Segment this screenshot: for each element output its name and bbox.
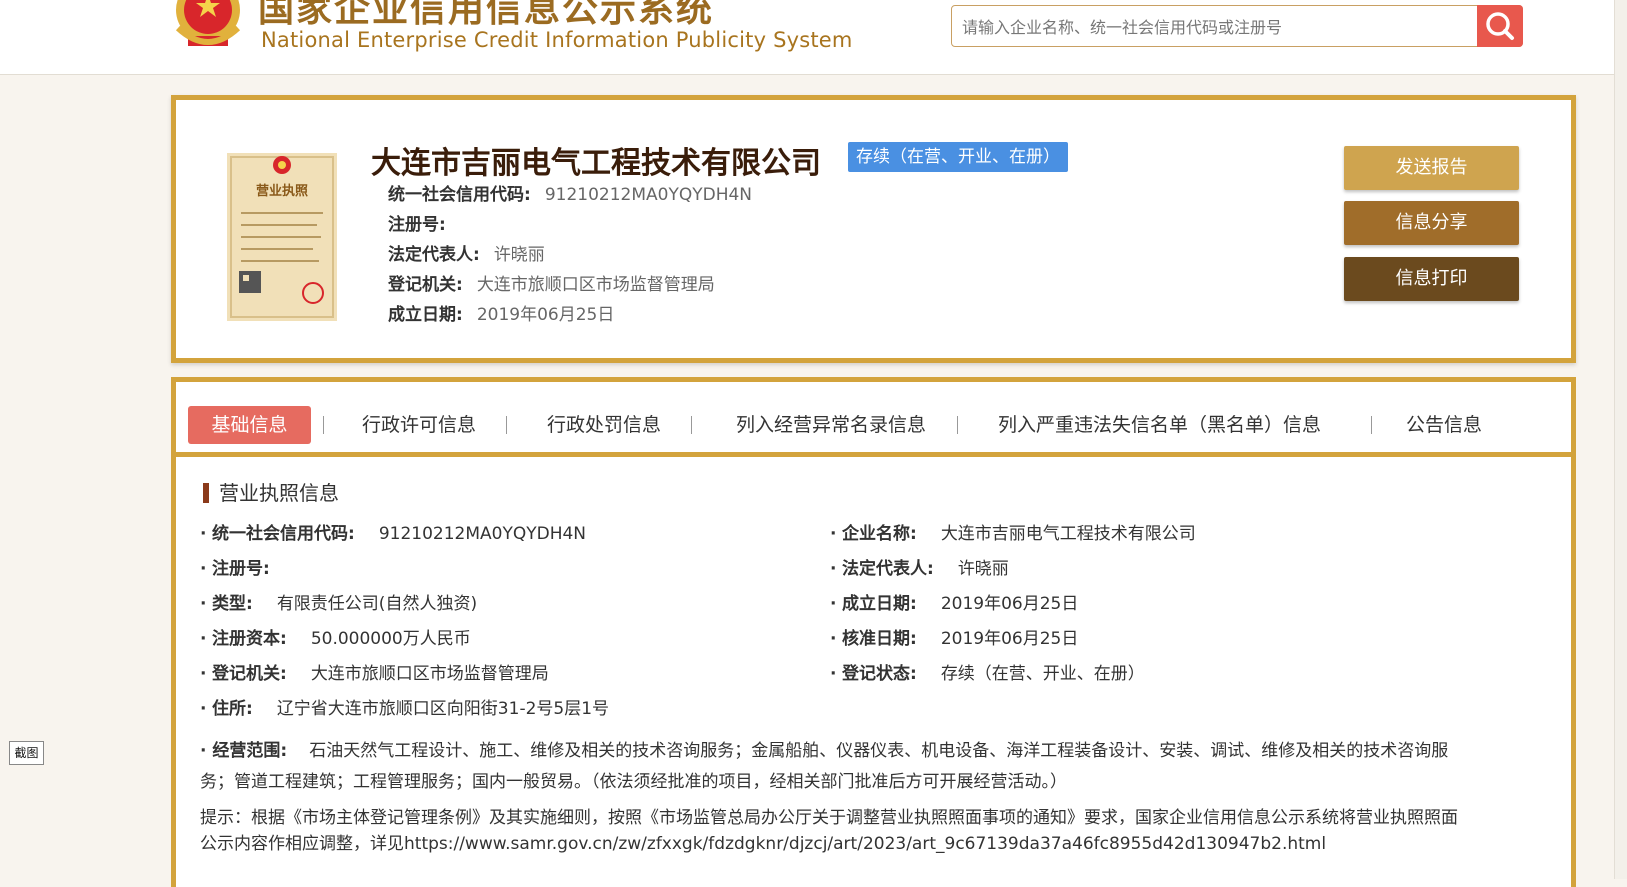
detail-panel: 基础信息 行政许可信息 行政处罚信息 列入经营异常名录信息 列入严重违法失信名单… xyxy=(171,377,1576,887)
info-label: 统一社会信用代码: xyxy=(388,185,531,205)
field-established: · 成立日期: 2019年06月25日 xyxy=(830,594,1079,614)
info-label: 登记机关: xyxy=(388,275,463,295)
tabs-bar: 基础信息 行政许可信息 行政处罚信息 列入经营异常名录信息 列入严重违法失信名单… xyxy=(176,382,1571,457)
field-value: 50.000000万人民币 xyxy=(310,629,471,649)
field-address: · 住所: 辽宁省大连市旅顺口区向阳街31-2号5层1号 xyxy=(200,699,610,719)
field-label: 类型: xyxy=(212,594,253,614)
info-label: 法定代表人: xyxy=(388,245,480,265)
field-value: 2019年06月25日 xyxy=(940,594,1079,614)
section-title-license: 营业执照信息 xyxy=(203,483,339,503)
site-title-en: National Enterprise Credit Information P… xyxy=(261,28,853,52)
search-button[interactable] xyxy=(1477,5,1523,47)
field-label: 登记状态: xyxy=(842,664,917,684)
send-report-button[interactable]: 发送报告 xyxy=(1344,146,1519,190)
field-legal-rep: · 法定代表人: 许晓丽 xyxy=(830,559,1009,579)
field-capital: · 注册资本: 50.000000万人民币 xyxy=(200,629,471,649)
field-value: 2019年06月25日 xyxy=(940,629,1079,649)
field-value: 大连市旅顺口区市场监督管理局 xyxy=(310,664,549,684)
field-label: 登记机关: xyxy=(212,664,287,684)
vertical-scrollbar[interactable] xyxy=(1614,0,1627,879)
field-label: 统一社会信用代码: xyxy=(212,524,355,544)
business-scope: · 经营范围: 石油天然气工程设计、施工、维修及相关的技术咨询服务；金属船舶、仪器… xyxy=(200,741,1449,792)
license-thumb-title: 营业执照 xyxy=(256,183,308,199)
field-label: 住所: xyxy=(212,699,253,719)
print-info-button[interactable]: 信息打印 xyxy=(1344,257,1519,301)
site-header: 国家企业信用信息公示系统 National Enterprise Credit … xyxy=(0,0,1627,75)
status-badge: 存续（在营、开业、在册） xyxy=(848,142,1068,172)
tab-divider xyxy=(691,416,692,434)
field-value: 辽宁省大连市旅顺口区向阳街31-2号5层1号 xyxy=(276,699,610,719)
info-legal-rep: 法定代表人: 许晓丽 xyxy=(388,240,545,265)
info-established: 成立日期: 2019年06月25日 xyxy=(388,300,614,325)
field-credit-code: · 统一社会信用代码: 91210212MA0YQYDH4N xyxy=(200,524,587,544)
tab-admin-penalty[interactable]: 行政处罚信息 xyxy=(547,406,661,444)
search-box xyxy=(951,5,1523,48)
field-authority: · 登记机关: 大连市旅顺口区市场监督管理局 xyxy=(200,664,549,684)
tab-divider xyxy=(957,416,958,434)
company-name: 大连市吉丽电气工程技术有限公司 xyxy=(371,146,821,181)
info-value: 2019年06月25日 xyxy=(476,305,615,325)
field-value: 存续（在营、开业、在册） xyxy=(940,664,1145,684)
info-label: 成立日期: xyxy=(388,305,463,325)
business-license-icon[interactable]: 营业执照 xyxy=(227,153,337,321)
tab-basic-info[interactable]: 基础信息 xyxy=(188,406,311,444)
scope-value: 石油天然气工程设计、施工、维修及相关的技术咨询服务；金属船舶、仪器仪表、机电设备… xyxy=(200,741,1449,792)
field-label: 注册资本: xyxy=(212,629,287,649)
field-value: 有限责任公司(自然人独资) xyxy=(276,594,478,614)
info-reg-number: 注册号: xyxy=(388,210,460,235)
national-emblem-icon xyxy=(175,0,241,46)
field-label: 企业名称: xyxy=(842,524,917,544)
tab-announcements[interactable]: 公告信息 xyxy=(1406,406,1482,444)
field-reg-status: · 登记状态: 存续（在营、开业、在册） xyxy=(830,664,1145,684)
magnifier-icon xyxy=(1486,12,1514,40)
tab-abnormal-list[interactable]: 列入经营异常名录信息 xyxy=(736,406,926,444)
info-authority: 登记机关: 大连市旅顺口区市场监督管理局 xyxy=(388,270,715,295)
field-value: 大连市吉丽电气工程技术有限公司 xyxy=(940,524,1196,544)
search-input[interactable] xyxy=(960,6,1474,48)
company-summary-card: 营业执照 大连市吉丽电气工程技术有限公司 存续（在营、开业、在册） 统一社会信用… xyxy=(171,95,1576,363)
tab-divider xyxy=(323,416,324,434)
field-label: 核准日期: xyxy=(842,629,917,649)
field-company-name: · 企业名称: 大连市吉丽电气工程技术有限公司 xyxy=(830,524,1196,544)
share-info-button[interactable]: 信息分享 xyxy=(1344,201,1519,245)
field-value: 许晓丽 xyxy=(957,559,1009,579)
field-label: 注册号: xyxy=(212,559,270,579)
notice-text: 提示：根据《市场主体登记管理条例》及其实施细则，按照《市场监管总局办公厅关于调整… xyxy=(200,808,1458,854)
field-value: 91210212MA0YQYDH4N xyxy=(378,524,587,544)
field-label: 成立日期: xyxy=(842,594,917,614)
tab-admin-license[interactable]: 行政许可信息 xyxy=(362,406,476,444)
info-label: 注册号: xyxy=(388,215,446,235)
screenshot-tool-button[interactable]: 截图 xyxy=(9,741,44,765)
info-value: 许晓丽 xyxy=(493,245,545,265)
tab-divider xyxy=(1371,416,1372,434)
info-value: 91210212MA0YQYDH4N xyxy=(544,185,753,205)
info-value: 大连市旅顺口区市场监督管理局 xyxy=(476,275,715,295)
scope-label: 经营范围: xyxy=(212,741,288,761)
field-type: · 类型: 有限责任公司(自然人独资) xyxy=(200,594,478,614)
field-reg-number: · 注册号: xyxy=(200,559,270,579)
field-approved: · 核准日期: 2019年06月25日 xyxy=(830,629,1079,649)
tab-blacklist[interactable]: 列入严重违法失信名单（黑名单）信息 xyxy=(998,406,1321,444)
info-credit-code: 统一社会信用代码: 91210212MA0YQYDH4N xyxy=(388,180,752,205)
field-label: 法定代表人: xyxy=(842,559,934,579)
tab-divider xyxy=(506,416,507,434)
